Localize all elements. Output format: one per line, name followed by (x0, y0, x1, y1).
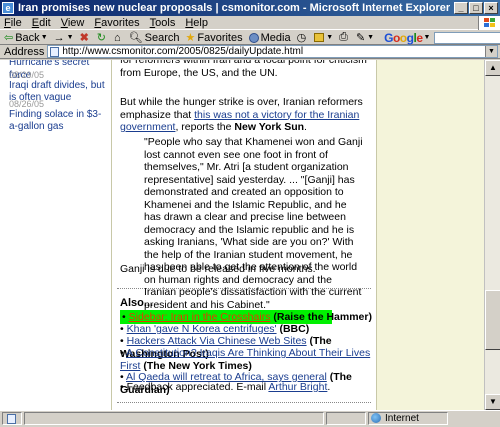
menu-tools[interactable]: Tools (150, 17, 176, 29)
feedback-line: • Feedback appreciated. E-mail Arthur Br… (120, 381, 331, 393)
author-email-link[interactable]: Arthur Bright (268, 381, 327, 393)
chevron-down-icon: ▼ (326, 34, 334, 41)
left-sidebar: Hurricane's secret force 08/29/05 Iraqi … (0, 60, 112, 410)
close-button[interactable]: × (484, 2, 498, 14)
also-link[interactable]: Khan 'gave N Korea centrifuges' (127, 323, 277, 335)
maximize-button[interactable]: □ (469, 2, 483, 14)
also-source: (Raise the Hammer) (273, 311, 372, 323)
forward-button[interactable]: → ▼ (54, 32, 74, 44)
article-paragraph: Ganji is due to be released in five mont… (120, 263, 316, 275)
star-icon: ★ (185, 32, 196, 44)
also-source: (The New York Times) (143, 359, 252, 372)
article-paragraph: But while the hunger strike is over, Ira… (120, 96, 363, 133)
title-bar: e Iran promises new nuclear proposals | … (0, 0, 500, 16)
history-button[interactable]: ◷ (297, 31, 309, 44)
address-input[interactable]: http://www.csmonitor.com/2005/0825/daily… (47, 45, 498, 58)
stop-icon: ✖ (79, 32, 89, 44)
vertical-scrollbar[interactable]: ▲ ▼ (484, 60, 500, 410)
also-item-highlighted: • Sidebar: Iran in the Crosshairs (Raise… (120, 310, 372, 324)
menu-file[interactable]: File (4, 17, 22, 29)
google-search-input[interactable] (434, 31, 500, 44)
minimize-button[interactable]: _ (454, 2, 468, 14)
google-toolbar: Google ▼ (384, 31, 500, 45)
refresh-icon: ↻ (96, 32, 106, 44)
mail-icon (314, 33, 325, 42)
page-viewport: Hurricane's secret force 08/29/05 Iraqi … (0, 60, 484, 410)
divider (117, 288, 371, 289)
search-label: Search (144, 31, 180, 44)
home-button[interactable]: ⌂ (114, 32, 123, 44)
menu-edit[interactable]: Edit (32, 17, 51, 29)
status-page-icon (2, 411, 22, 425)
media-button[interactable]: Media (248, 31, 291, 44)
ie-app-icon: e (2, 2, 14, 14)
also-item: • A Constitution? Iraqis Are Thinking Ab… (120, 347, 371, 372)
back-button[interactable]: ⇦ Back ▼ (4, 31, 48, 45)
sidebar-date: 08/26/05 (9, 99, 45, 109)
favorites-label: Favorites (197, 31, 243, 44)
right-sidebar (376, 60, 484, 410)
print-button[interactable]: ⎙ (339, 31, 350, 44)
sidebar-item: 08/26/05 Finding solace in $3-a-gallon g… (9, 99, 109, 133)
search-button[interactable]: 🔍︎ Search (128, 31, 180, 45)
blockquote: "People who say that Khamenei won and Ga… (144, 136, 363, 311)
sidebar-date: 08/29/05 (9, 70, 45, 80)
zone-label: Internet (385, 412, 419, 424)
back-label: Back (15, 31, 40, 44)
scrollbar-thumb[interactable] (485, 290, 500, 350)
edit-icon: ✎ (355, 32, 366, 44)
windows-logo-icon (478, 16, 500, 30)
also-heading: Also... (120, 297, 154, 309)
search-icon: 🔍︎ (128, 32, 143, 44)
also-source: (BBC) (279, 323, 310, 335)
home-icon: ⌂ (114, 31, 121, 44)
source-name: New York Sun (234, 121, 305, 133)
toolbar: ⇦ Back ▼ → ▼ ✖ ↻ ⌂ 🔍︎ Search ★ Favorites… (0, 31, 500, 45)
window-title: Iran promises new nuclear proposals | cs… (18, 2, 451, 14)
scroll-down-arrow-icon[interactable]: ▼ (485, 394, 500, 410)
article-paragraph: for reformers within Iran and a focal po… (120, 60, 367, 79)
menu-view[interactable]: View (61, 17, 85, 29)
status-panel (326, 411, 366, 425)
menu-favorites[interactable]: Favorites (94, 17, 139, 29)
print-icon: ⎙ (339, 31, 348, 43)
also-link[interactable]: Sidebar: Iran in the Crosshairs (129, 311, 271, 323)
address-url: http://www.csmonitor.com/2005/0825/daily… (62, 46, 304, 57)
also-link[interactable]: Hackers Attack Via Chinese Web Sites (127, 335, 307, 347)
edit-button[interactable]: ✎ ▼ (356, 31, 374, 44)
refresh-button[interactable]: ↻ (97, 31, 108, 44)
favorites-button[interactable]: ★ Favorites (185, 31, 243, 45)
chevron-down-icon[interactable]: ▼ (424, 34, 431, 41)
media-icon (248, 32, 259, 43)
forward-arrow-icon: → (53, 31, 65, 44)
address-bar: Address http://www.csmonitor.com/2005/08… (0, 45, 500, 59)
history-icon: ◷ (296, 32, 307, 44)
security-zone: Internet (368, 411, 448, 425)
address-dropdown-icon[interactable]: ▼ (485, 46, 497, 57)
chevron-down-icon: ▼ (66, 34, 74, 41)
google-logo: Google (384, 30, 423, 45)
status-bar: Internet (0, 410, 500, 425)
also-item: • Khan 'gave N Korea centrifuges' (BBC) (120, 323, 310, 335)
sidebar-link[interactable]: Finding solace in $3-a-gallon gas (9, 109, 109, 133)
status-message (24, 411, 324, 425)
menu-bar: File Edit View Favorites Tools Help (0, 16, 500, 30)
menu-help[interactable]: Help (185, 17, 208, 29)
back-arrow-icon: ⇦ (4, 32, 14, 44)
divider (117, 402, 371, 403)
mail-button[interactable]: ▼ (314, 33, 333, 42)
globe-icon (371, 413, 381, 423)
media-label: Media (260, 31, 291, 44)
page-icon (50, 46, 60, 57)
stop-button[interactable]: ✖ (80, 31, 91, 44)
address-label: Address (4, 45, 45, 58)
scroll-up-arrow-icon[interactable]: ▲ (485, 60, 500, 76)
chevron-down-icon: ▼ (367, 34, 375, 41)
chevron-down-icon: ▼ (40, 34, 48, 41)
article-column: for reformers within Iran and a focal po… (113, 60, 375, 410)
